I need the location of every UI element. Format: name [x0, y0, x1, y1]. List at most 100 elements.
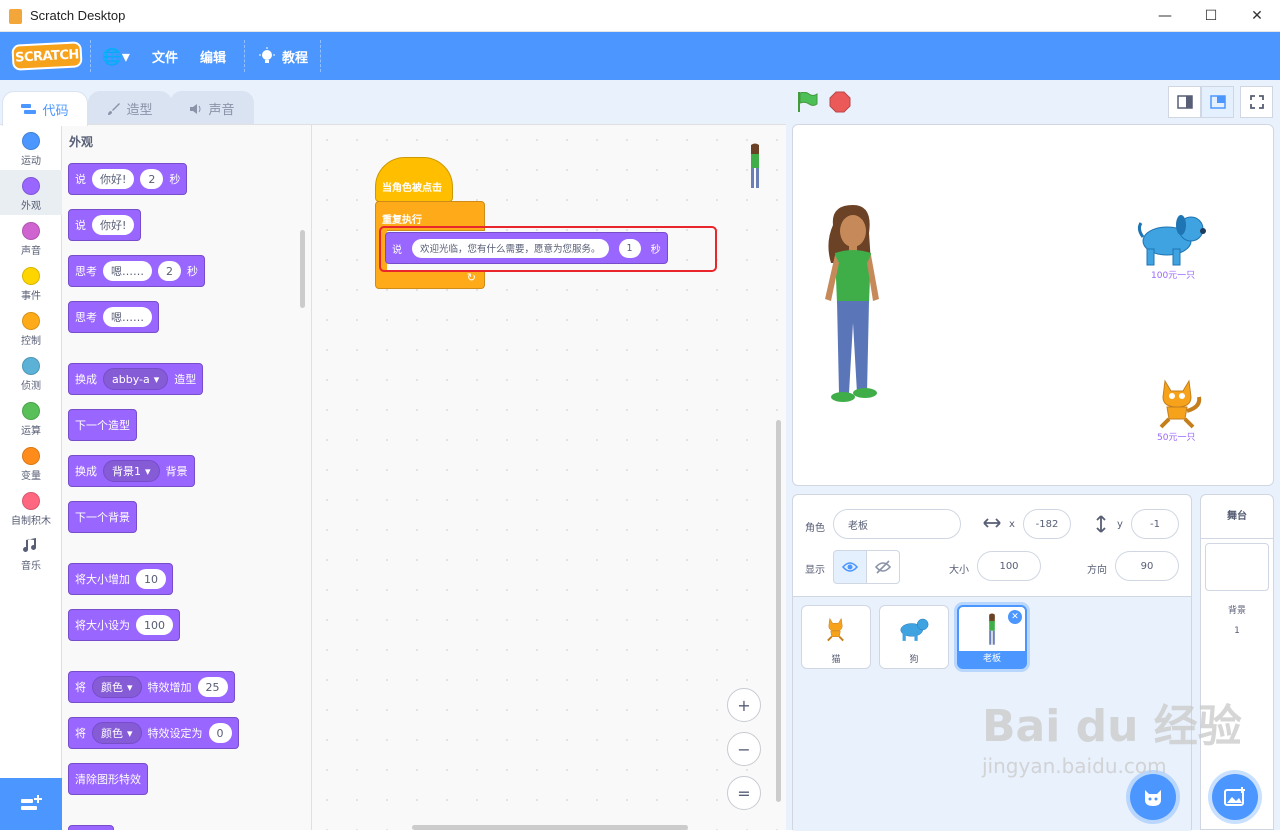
y-input[interactable]: -1: [1131, 509, 1179, 539]
fullscreen-button[interactable]: [1240, 86, 1273, 118]
size-label: 大小: [949, 565, 969, 576]
block-number-input[interactable]: 0: [208, 723, 232, 743]
set-size-block[interactable]: 将大小设为 100: [68, 609, 180, 641]
category-variables[interactable]: 变量: [0, 440, 62, 485]
add-extension-button[interactable]: [0, 778, 62, 830]
block-number-input[interactable]: 2: [140, 169, 164, 189]
sensing-dot-icon: [22, 357, 40, 375]
costume-dropdown[interactable]: abby-a ▾: [103, 368, 169, 390]
category-sensing[interactable]: 侦测: [0, 350, 62, 395]
tutorials-menu[interactable]: 教程: [258, 32, 308, 80]
block-number-input[interactable]: 10: [136, 569, 166, 589]
category-operators[interactable]: 运算: [0, 395, 62, 440]
think-for-secs-block[interactable]: 思考 嗯…… 2 秒: [68, 255, 205, 287]
zoom-reset-button[interactable]: =: [727, 776, 761, 810]
zoom-in-button[interactable]: +: [727, 688, 761, 722]
menu-bar: SCRATCH 🌐▾ 文件 编辑 教程: [0, 32, 1280, 80]
next-backdrop-block[interactable]: 下一个背景: [68, 501, 137, 533]
block-number-input[interactable]: 2: [158, 261, 181, 281]
delete-sprite-button[interactable]: ✕: [1008, 610, 1022, 624]
tab-costumes[interactable]: 造型: [88, 91, 172, 125]
sprite-tile-boss[interactable]: ✕ 老板: [957, 605, 1027, 669]
forever-block-footer: ↻: [375, 271, 485, 289]
music-note-icon: [23, 538, 37, 552]
scratch-logo[interactable]: SCRATCH: [11, 41, 83, 71]
partial-block[interactable]: [68, 825, 114, 830]
edit-menu[interactable]: 编辑: [200, 32, 226, 80]
small-stage-icon: [1176, 95, 1193, 109]
menu-separator: [90, 40, 91, 72]
sprite-name-input[interactable]: 老板: [833, 509, 961, 539]
direction-input[interactable]: 90: [1115, 551, 1179, 581]
annotation-highlight-box: [379, 226, 717, 272]
file-menu[interactable]: 文件: [152, 32, 178, 80]
x-input[interactable]: -182: [1023, 509, 1071, 539]
when-sprite-clicked-block[interactable]: 当角色被点击: [375, 157, 453, 202]
language-menu[interactable]: 🌐▾: [102, 32, 130, 80]
say-block[interactable]: 说 你好!: [68, 209, 142, 241]
tab-costumes-label: 造型: [126, 103, 153, 118]
category-label: 事件: [21, 291, 41, 302]
category-events[interactable]: 事件: [0, 260, 62, 305]
say-for-secs-block[interactable]: 说 你好! 2 秒: [68, 163, 188, 195]
change-size-block[interactable]: 将大小增加 10: [68, 563, 173, 595]
palette-scrollbar[interactable]: [300, 230, 305, 308]
size-input[interactable]: 100: [977, 551, 1041, 581]
change-effect-block[interactable]: 将 颜色 ▾ 特效增加 25: [68, 671, 235, 703]
cat-sprite[interactable]: [1151, 377, 1205, 429]
block-unit: 秒: [169, 173, 181, 186]
script-workspace[interactable]: 当角色被点击 重复执行 ↻ 说 欢迎光临，您有什么需要，愿意为您服务。 1 秒 …: [312, 124, 786, 830]
small-stage-button[interactable]: [1168, 86, 1201, 118]
tab-code[interactable]: 代码: [2, 91, 88, 126]
stop-icon[interactable]: [829, 91, 851, 113]
sprite-tile-cat[interactable]: 猫: [801, 605, 871, 669]
choose-sprite-button[interactable]: [1130, 774, 1176, 820]
category-looks[interactable]: 外观: [0, 170, 62, 215]
block-text-input[interactable]: 你好!: [92, 169, 135, 189]
minimize-button[interactable]: —: [1142, 0, 1188, 32]
tab-sounds[interactable]: 声音: [170, 91, 254, 125]
backdrop-dropdown[interactable]: 背景1 ▾: [103, 460, 160, 482]
effect-dropdown[interactable]: 颜色 ▾: [92, 722, 142, 744]
block-number-input[interactable]: 25: [197, 677, 228, 697]
speaker-icon: [190, 103, 201, 114]
palette-section-title: 外观: [69, 135, 94, 149]
motion-dot-icon: [22, 132, 40, 150]
close-button[interactable]: ✕: [1234, 0, 1280, 32]
block-text-input[interactable]: 你好!: [92, 215, 135, 235]
menu-separator: [244, 40, 245, 72]
category-music[interactable]: 音乐: [0, 530, 62, 575]
category-my-blocks[interactable]: 自制积木: [0, 485, 62, 530]
control-dot-icon: [22, 312, 40, 330]
effect-dropdown[interactable]: 颜色 ▾: [92, 676, 142, 698]
maximize-button[interactable]: ☐: [1188, 0, 1234, 32]
switch-costume-block[interactable]: 换成 abby-a ▾ 造型: [68, 363, 204, 395]
block-number-input[interactable]: 100: [136, 615, 173, 635]
set-effect-block[interactable]: 将 颜色 ▾ 特效设定为 0: [68, 717, 239, 749]
dog-sprite[interactable]: [1137, 211, 1207, 267]
block-text-input[interactable]: 嗯……: [103, 307, 152, 327]
eye-slash-icon: [875, 560, 891, 574]
switch-backdrop-block[interactable]: 换成 背景1 ▾ 背景: [68, 455, 195, 487]
workspace-horizontal-scrollbar[interactable]: [412, 825, 688, 830]
hide-sprite-button[interactable]: [866, 550, 900, 584]
stage-canvas[interactable]: 100元一只 50元一只: [792, 124, 1274, 486]
workspace-vertical-scrollbar[interactable]: [776, 420, 781, 802]
think-block[interactable]: 思考 嗯……: [68, 301, 159, 333]
block-suffix: 背景: [165, 465, 188, 478]
category-sound[interactable]: 声音: [0, 215, 62, 260]
abby-sprite[interactable]: [817, 203, 889, 409]
show-sprite-button[interactable]: [833, 550, 867, 584]
category-motion[interactable]: 运动: [0, 125, 62, 170]
dropdown-value: 颜色: [101, 681, 123, 694]
block-text-input[interactable]: 嗯……: [103, 261, 152, 281]
clear-effects-block[interactable]: 清除图形特效: [68, 763, 148, 795]
zoom-out-button[interactable]: −: [727, 732, 761, 766]
direction-label: 方向: [1087, 565, 1107, 576]
choose-backdrop-button[interactable]: [1212, 774, 1258, 820]
sprite-tile-dog[interactable]: 狗: [879, 605, 949, 669]
normal-stage-button[interactable]: [1201, 86, 1234, 118]
category-control[interactable]: 控制: [0, 305, 62, 350]
green-flag-icon[interactable]: [796, 92, 818, 112]
next-costume-block[interactable]: 下一个造型: [68, 409, 137, 441]
